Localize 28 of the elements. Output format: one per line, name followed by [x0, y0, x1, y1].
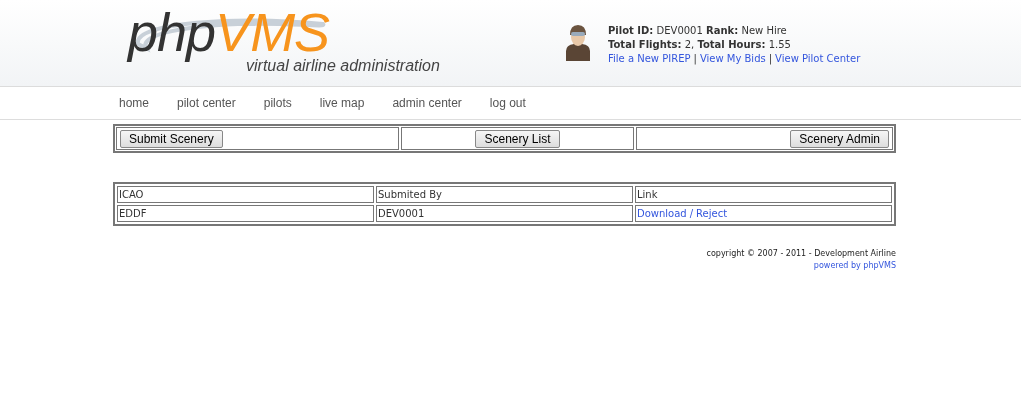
column-header: Link [635, 186, 892, 203]
nav-link[interactable]: pilots [263, 96, 292, 110]
table-link[interactable]: Download [637, 208, 687, 219]
nav-link[interactable]: live map [319, 96, 365, 110]
powered-by-link[interactable]: powered by phpVMS [813, 261, 896, 270]
link-separator: / [688, 208, 695, 219]
toolbar-button[interactable]: Scenery Admin [790, 129, 889, 148]
pilot-info: Total Flights: 2, Total Hours: 1.55 [608, 38, 792, 52]
nav-link[interactable]: admin center [392, 96, 462, 110]
copyright-text: copyright © 2007 - 2011 - Development Airline [705, 248, 896, 260]
toolbar-button[interactable]: Scenery List [475, 129, 560, 148]
avatar-icon [566, 25, 590, 61]
pilot-link[interactable]: View My Bids [699, 52, 766, 66]
nav-link[interactable]: home [119, 96, 150, 110]
pilot-info: Pilot ID: DEV0001 Rank: New Hire [608, 24, 788, 38]
pilot-link[interactable]: File a New PIREP [608, 52, 691, 66]
link-separator: | [768, 52, 773, 66]
column-header: Submited By [376, 186, 633, 203]
nav-link[interactable]: pilot center [177, 96, 236, 110]
table-cell: EDDF [117, 205, 374, 222]
link-separator: | [693, 52, 697, 66]
table-cell: DEV0001 [376, 205, 633, 222]
table-link[interactable]: Reject [696, 208, 728, 219]
toolbar-button[interactable]: Submit Scenery [120, 129, 223, 148]
logo-tagline: virtual airline administration [246, 57, 440, 75]
nav-link[interactable]: log out [489, 96, 526, 110]
column-header: ICAO [117, 186, 374, 203]
pilot-link[interactable]: View Pilot Center [775, 52, 861, 66]
